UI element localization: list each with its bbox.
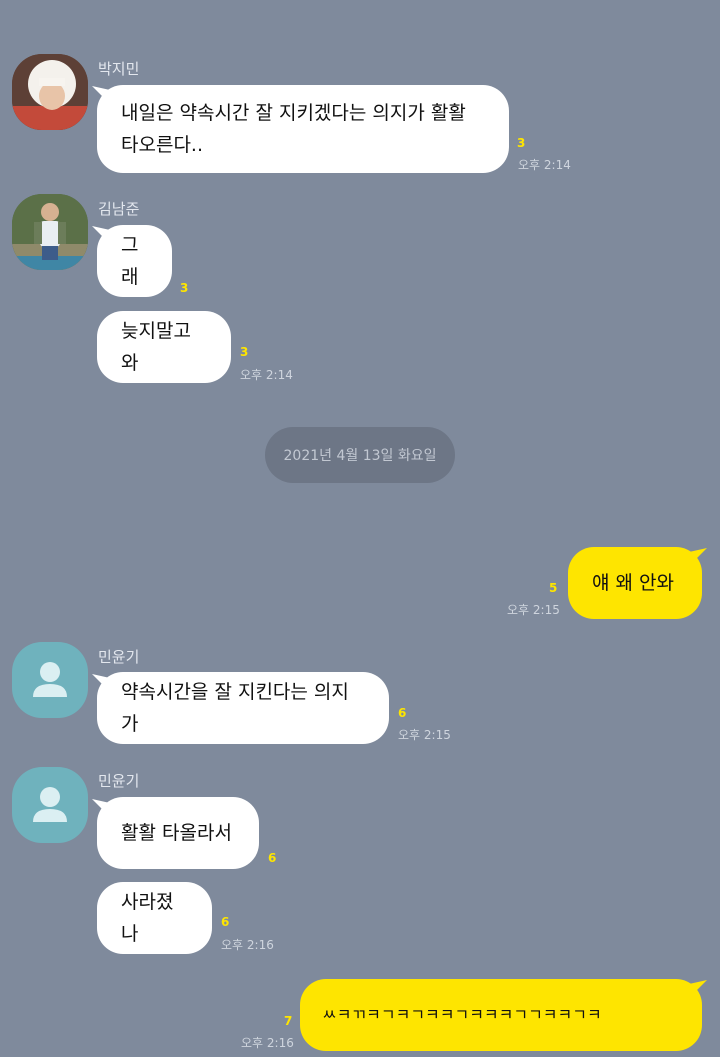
unread-count: 5 xyxy=(549,581,558,595)
message-time: 오후 2:15 xyxy=(507,603,560,617)
message-text: ㅆㅋㄲㅋㄱㅋㄱㅋㅋㄱㅋㅋㅋㄱㄱㅋㅋㄱㅋ xyxy=(322,1005,602,1024)
date-divider-text: 2021년 4월 13일 화요일 xyxy=(283,448,437,464)
message-bubble[interactable]: 사라졌나 xyxy=(97,882,212,954)
message-time: 오후 2:14 xyxy=(518,158,571,172)
message-text: 사라졌나 xyxy=(121,891,174,945)
unread-count: 3 xyxy=(240,345,249,359)
message-bubble[interactable]: 그래 xyxy=(97,225,172,297)
avatar-yoongi[interactable] xyxy=(12,642,88,718)
message-text: 그래 xyxy=(121,234,139,288)
message-text: 활활 타올라서 xyxy=(121,822,232,844)
message-time: 오후 2:16 xyxy=(241,1036,294,1050)
message-time: 오후 2:16 xyxy=(221,938,274,952)
unread-count: 6 xyxy=(268,851,277,865)
message-text: 늦지말고 와 xyxy=(121,320,191,374)
message-bubble[interactable]: 활활 타올라서 xyxy=(97,797,259,869)
avatar-jimin[interactable] xyxy=(12,54,88,130)
unread-count: 3 xyxy=(517,136,526,150)
sender-name: 김남준 xyxy=(98,200,140,218)
profile-photo-icon xyxy=(12,194,88,270)
message-bubble[interactable]: 내일은 약속시간 잘 지키겠다는 의지가 활활 타오른다.. xyxy=(97,85,509,173)
my-message-bubble[interactable]: 얘 왜 안와 xyxy=(568,547,702,619)
message-time: 오후 2:15 xyxy=(398,728,451,742)
unread-count: 6 xyxy=(221,915,230,929)
message-text-line: 내일은 약속시간 잘 지키겠다는 의지가 활활 xyxy=(121,102,466,124)
message-text: 약속시간을 잘 지킨다는 의지가 xyxy=(121,681,349,735)
unread-count: 3 xyxy=(180,281,189,295)
message-bubble[interactable]: 약속시간을 잘 지킨다는 의지가 xyxy=(97,672,389,744)
date-divider: 2021년 4월 13일 화요일 xyxy=(265,427,455,483)
message-text-line: 타오른다.. xyxy=(121,134,203,156)
unread-count: 7 xyxy=(284,1014,293,1028)
sender-name: 민윤기 xyxy=(98,648,140,666)
avatar-namjoon[interactable] xyxy=(12,194,88,270)
message-text: 얘 왜 안와 xyxy=(592,572,674,594)
unread-count: 6 xyxy=(398,706,407,720)
profile-photo-icon xyxy=(12,54,88,130)
default-person-icon xyxy=(33,787,67,822)
message-time: 오후 2:14 xyxy=(240,368,293,382)
my-message-bubble[interactable]: ㅆㅋㄲㅋㄱㅋㄱㅋㅋㄱㅋㅋㅋㄱㄱㅋㅋㄱㅋ xyxy=(300,979,702,1051)
default-person-icon xyxy=(33,662,67,697)
sender-name: 박지민 xyxy=(98,60,140,78)
sender-name: 민윤기 xyxy=(98,772,140,790)
message-bubble[interactable]: 늦지말고 와 xyxy=(97,311,231,383)
avatar-yoongi[interactable] xyxy=(12,767,88,843)
